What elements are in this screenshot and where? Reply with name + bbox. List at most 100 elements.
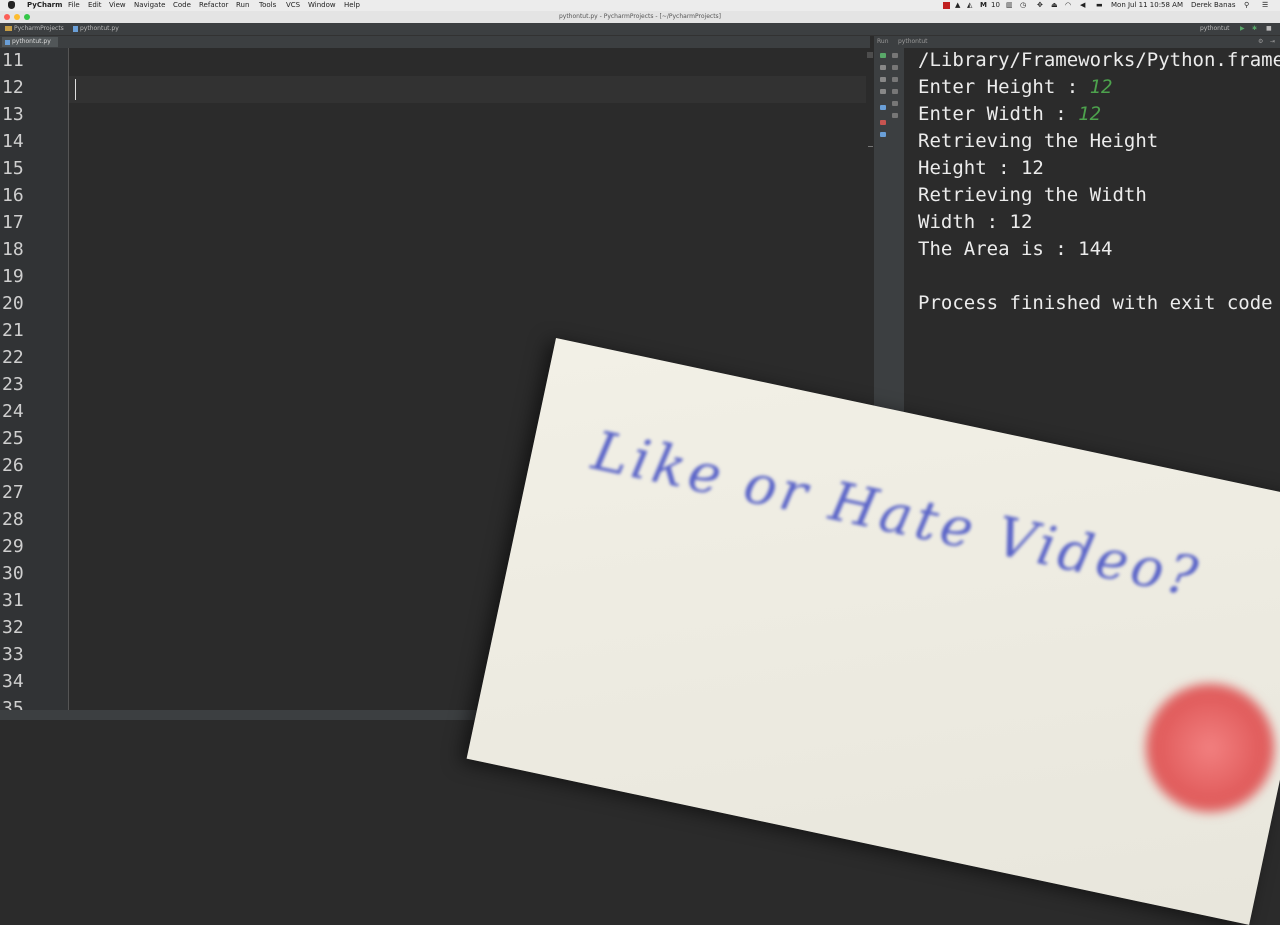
pin-icon[interactable]	[880, 105, 886, 110]
editor-tab-bar: pythontut.py	[0, 36, 870, 48]
menubar-count: 10	[991, 1, 1000, 9]
line-number: 27	[2, 482, 24, 503]
inspection-icon[interactable]	[867, 52, 873, 58]
line-number: 23	[2, 374, 24, 395]
menubar-clock[interactable]: Mon Jul 11 10:58 AM	[1111, 1, 1183, 9]
adobe-icon[interactable]: ◭	[967, 1, 972, 9]
console-line-text: Retrieving the Width	[918, 184, 1147, 206]
line-number: 28	[2, 509, 24, 530]
debug-icon[interactable]: ✱	[1252, 25, 1257, 32]
console-line: Height : 12	[918, 157, 1044, 179]
menu-help[interactable]: Help	[344, 1, 360, 9]
menu-window[interactable]: Window	[308, 1, 336, 9]
trash-icon[interactable]: ▥	[1006, 1, 1013, 9]
line-number: 34	[2, 671, 24, 692]
console-line-text: Width : 12	[918, 211, 1033, 233]
stop-icon[interactable]: ■	[1266, 25, 1272, 32]
python-file-icon	[5, 40, 10, 45]
run-panel-config: pythontut	[898, 38, 928, 45]
menu-edit[interactable]: Edit	[88, 1, 102, 9]
menu-code[interactable]: Code	[173, 1, 191, 9]
scroll-down-icon[interactable]	[892, 65, 898, 70]
menubar-app-icon[interactable]: M	[980, 1, 987, 9]
record-icon[interactable]	[943, 2, 950, 9]
soft-wrap-icon[interactable]	[892, 77, 898, 82]
line-number: 14	[2, 131, 24, 152]
rerun-icon[interactable]	[880, 53, 886, 58]
scroll-to-end-icon[interactable]	[892, 89, 898, 94]
line-number-gutter: 11 12 13 14 15 16 17 18 19 20 21 22 23 24 25 26 27 28 29 30…	[0, 48, 69, 719]
stop-run-icon[interactable]	[880, 65, 886, 70]
line-number: 30	[2, 563, 24, 584]
clock-icon[interactable]: ◷	[1020, 1, 1026, 9]
menu-navigate[interactable]: Navigate	[134, 1, 165, 9]
restore-layout-icon[interactable]	[880, 89, 886, 94]
settings-icon[interactable]: ⚙	[1258, 38, 1263, 45]
line-number: 29	[2, 536, 24, 557]
breadcrumb-project[interactable]: PycharmProjects	[14, 25, 64, 32]
console-line: Retrieving the Width	[918, 184, 1147, 206]
hide-panel-icon[interactable]: ⇥	[1270, 38, 1275, 45]
eject-icon[interactable]: ⏏	[1051, 1, 1058, 9]
volume-icon[interactable]: ◀	[1080, 1, 1085, 9]
breadcrumb-file[interactable]: pythontut.py	[80, 25, 119, 32]
app-menu[interactable]: PyCharm	[27, 1, 62, 9]
console-line: Process finished with exit code 0	[918, 292, 1280, 314]
notification-icon[interactable]: ☰	[1262, 1, 1268, 9]
console-line-text: Enter Width :	[918, 103, 1079, 125]
line-number: 20	[2, 293, 24, 314]
console-line-text: The Area is : 144	[918, 238, 1113, 260]
navigation-bar: PycharmProjects pythontut.py pythontut ▶…	[0, 23, 1280, 36]
line-number: 11	[2, 50, 24, 71]
current-line-highlight	[69, 76, 870, 103]
red-blur-decoration	[1132, 670, 1280, 826]
tab-pythontut[interactable]: pythontut.py	[2, 37, 58, 47]
wifi-icon[interactable]: ◠	[1065, 1, 1071, 9]
console-line: Enter Width : 12	[918, 103, 1101, 125]
line-number: 32	[2, 617, 24, 638]
spotlight-icon[interactable]: ⚲	[1244, 1, 1249, 9]
menu-vcs[interactable]: VCS	[286, 1, 300, 9]
console-line: Width : 12	[918, 211, 1032, 233]
menu-run[interactable]: Run	[236, 1, 249, 9]
line-number: 13	[2, 104, 24, 125]
console-line: Enter Height : 12	[918, 76, 1112, 98]
warning-icon[interactable]: ▲	[955, 1, 960, 9]
menu-tools[interactable]: Tools	[259, 1, 276, 9]
tab-label: pythontut.py	[12, 38, 51, 45]
console-line: /Library/Frameworks/Python.framework/Ver…	[918, 49, 1280, 71]
line-number: 18	[2, 239, 24, 260]
line-number: 17	[2, 212, 24, 233]
python-file-icon	[73, 26, 78, 32]
console-line-text: /Library/Frameworks/Python.framework/Ver…	[918, 49, 1280, 71]
console-line-text: Retrieving the Height	[918, 130, 1159, 152]
flag-icon[interactable]: ▬	[1096, 1, 1103, 9]
grid-icon[interactable]: ✥	[1037, 1, 1043, 9]
scroll-up-icon[interactable]	[892, 53, 898, 58]
console-user-input: 12	[1089, 76, 1113, 98]
pause-icon[interactable]	[880, 77, 886, 82]
console-line: The Area is : 144	[918, 238, 1112, 260]
line-number: 25	[2, 428, 24, 449]
print-icon[interactable]	[892, 101, 898, 106]
window-title: pythontut.py - PycharmProjects - [~/Pych…	[558, 13, 722, 20]
menubar-user[interactable]: Derek Banas	[1191, 1, 1235, 9]
line-number: 16	[2, 185, 24, 206]
apple-icon[interactable]	[8, 1, 15, 9]
line-number: 15	[2, 158, 24, 179]
line-number: 31	[2, 590, 24, 611]
menu-file[interactable]: File	[68, 1, 80, 9]
console-line-text: Height : 12	[918, 157, 1044, 179]
menu-refactor[interactable]: Refactor	[199, 1, 228, 9]
console-line: Retrieving the Height	[918, 130, 1158, 152]
line-number: 24	[2, 401, 24, 422]
run-config-select[interactable]: pythontut	[1200, 25, 1230, 32]
close-run-icon[interactable]	[880, 120, 886, 125]
menu-view[interactable]: View	[109, 1, 126, 9]
clear-all-icon[interactable]	[892, 113, 898, 118]
help-icon[interactable]	[880, 132, 886, 137]
console-user-input: 12	[1078, 103, 1102, 125]
run-icon[interactable]: ▶	[1240, 25, 1245, 32]
console-line-text: Process finished with exit code 0	[918, 292, 1280, 314]
run-panel-label: Run	[877, 38, 889, 45]
